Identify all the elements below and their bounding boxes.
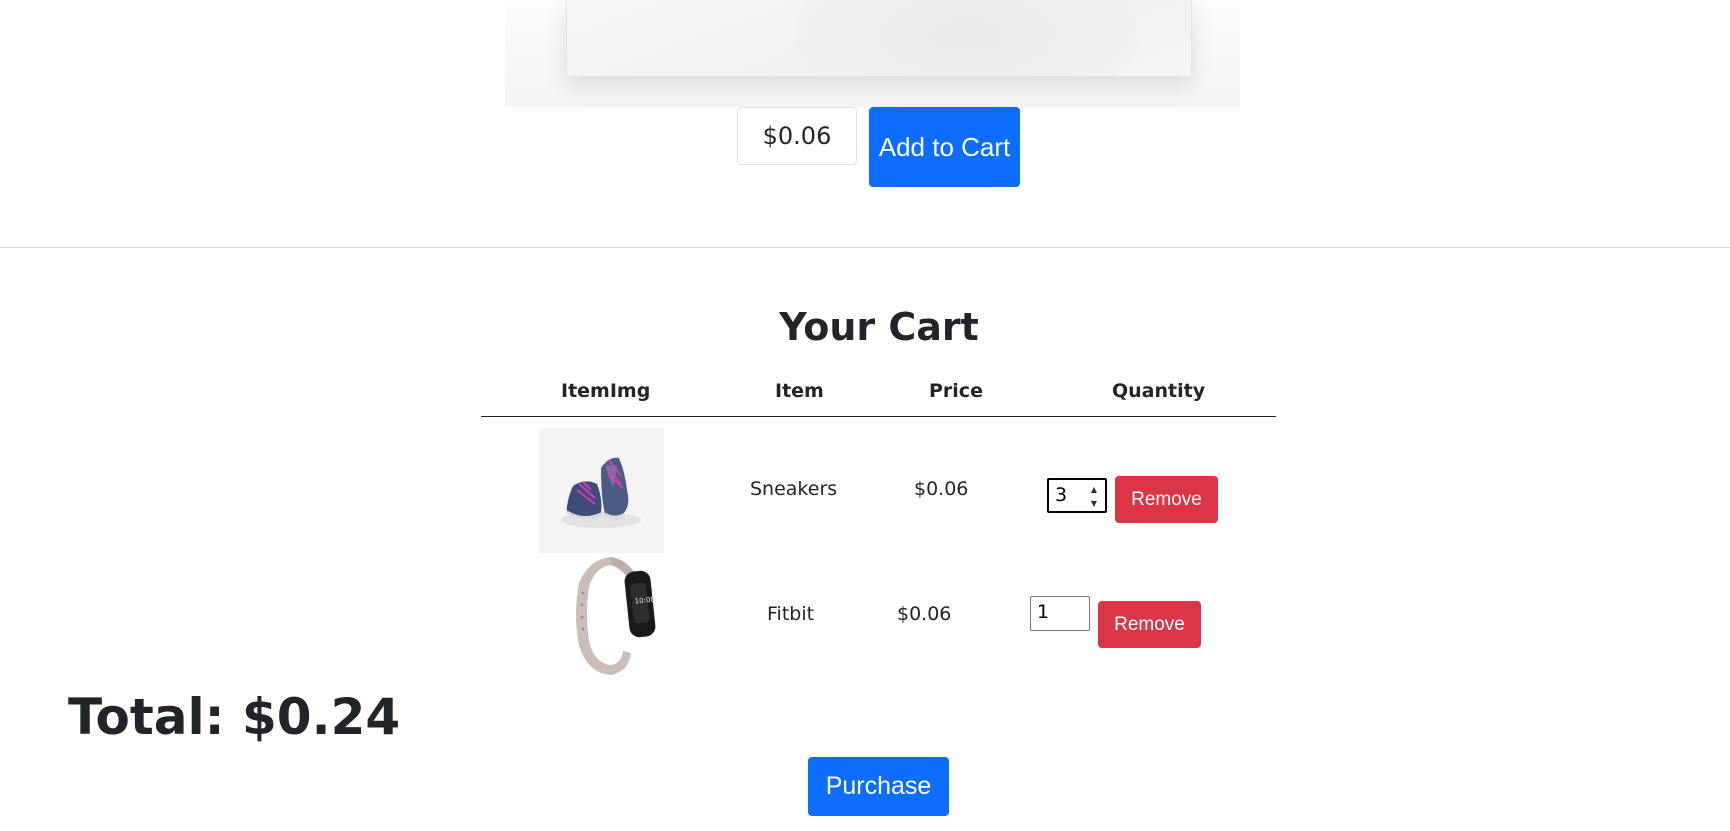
quantity-stepper[interactable]: ▲ ▼	[1086, 482, 1102, 510]
product-image-placeholder	[797, 0, 1137, 76]
product-image-card	[566, 0, 1192, 77]
cart-table: ItemImg Item Price Quantity Sneakers $0.…	[481, 372, 1276, 678]
sneakers-image	[539, 428, 664, 553]
header-quantity: Quantity	[1112, 380, 1206, 402]
remove-button[interactable]: Remove	[1115, 476, 1218, 523]
add-to-cart-button[interactable]: Add to Cart	[869, 107, 1020, 187]
quantity-input[interactable]: 1	[1030, 596, 1090, 631]
cart-total: Total: $0.24	[68, 688, 401, 746]
product-price: $0.06	[737, 107, 857, 165]
header-item-image: ItemImg	[561, 380, 651, 402]
header-item: Item	[775, 380, 824, 402]
cart-item-price: $0.06	[914, 478, 969, 500]
page: $0.06 Add to Cart Your Cart ItemImg Item…	[0, 0, 1730, 831]
cart-title: Your Cart	[779, 305, 979, 349]
remove-button[interactable]: Remove	[1098, 601, 1201, 648]
header-price: Price	[929, 380, 983, 402]
quantity-value: 3	[1055, 484, 1068, 506]
section-divider	[0, 247, 1730, 248]
purchase-button[interactable]: Purchase	[808, 757, 949, 816]
chevron-down-icon[interactable]: ▼	[1091, 499, 1097, 508]
chevron-up-icon[interactable]: ▲	[1091, 485, 1097, 494]
cart-item-name: Fitbit	[767, 603, 815, 625]
cart-table-header: ItemImg Item Price Quantity	[481, 372, 1276, 417]
fitbit-image: 10:08	[539, 553, 664, 678]
cart-item-price: $0.06	[897, 603, 952, 625]
cart-item-name: Sneakers	[750, 478, 838, 500]
quantity-value: 1	[1037, 601, 1050, 623]
quantity-input[interactable]: 3 ▲ ▼	[1047, 478, 1107, 513]
